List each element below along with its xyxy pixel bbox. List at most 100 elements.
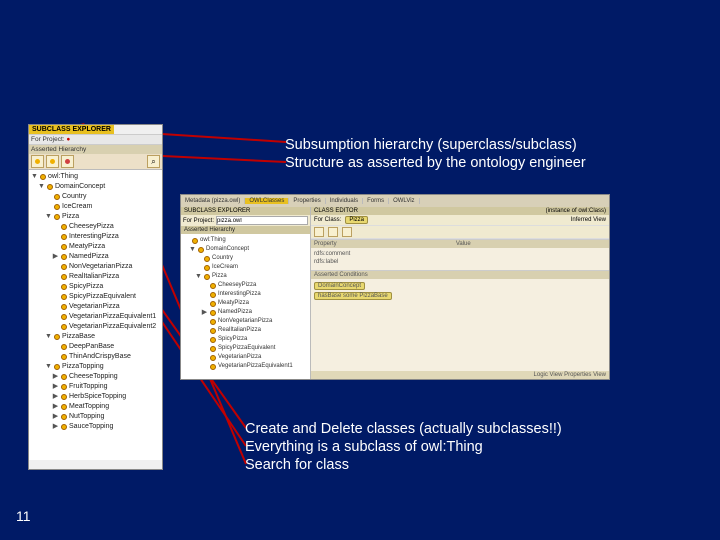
- tree-item[interactable]: Country: [183, 254, 308, 263]
- tree-item[interactable]: ▼PizzaBase: [31, 332, 160, 342]
- tree-item[interactable]: SpicyPizzaEquivalent: [31, 292, 160, 302]
- expand-icon[interactable]: ▼: [38, 182, 45, 192]
- editor-tool-1[interactable]: [314, 227, 324, 237]
- protege-main-panel: Metadata (pizza.owl)OWLClassesProperties…: [180, 194, 610, 380]
- expand-icon[interactable]: ▶: [52, 412, 59, 422]
- tree-item[interactable]: SpicyPizza: [183, 335, 308, 344]
- tree-item[interactable]: VegetarianPizzaEquivalent2: [31, 322, 160, 332]
- expand-icon[interactable]: ▼: [195, 272, 202, 281]
- class-icon: [61, 294, 67, 300]
- tree-item[interactable]: owl:Thing: [183, 236, 308, 245]
- callout-line: Subsumption hierarchy (superclass/subcla…: [285, 136, 695, 154]
- main-tab[interactable]: OWLClasses: [245, 198, 289, 204]
- tree-item[interactable]: InterestingPizza: [31, 232, 160, 242]
- editor-view-tabs[interactable]: Logic View Properties View: [311, 371, 609, 379]
- tree-item-label: DeepPanBase: [69, 342, 114, 352]
- for-class-value[interactable]: Pizza: [345, 216, 368, 224]
- class-tree[interactable]: ▼owl:Thing▼DomainConceptCountryIceCream▼…: [29, 170, 162, 460]
- tree-item[interactable]: RealItalianPizza: [31, 272, 160, 282]
- tree-item-label: PizzaTopping: [62, 362, 104, 372]
- tree-item[interactable]: RealItalianPizza: [183, 326, 308, 335]
- tree-item[interactable]: SpicyPizzaEquivalent: [183, 344, 308, 353]
- tree-item[interactable]: SpicyPizza: [31, 282, 160, 292]
- tree-item[interactable]: ▼owl:Thing: [31, 172, 160, 182]
- expand-icon[interactable]: ▶: [52, 422, 59, 432]
- center-project-input[interactable]: [216, 216, 308, 225]
- tree-item[interactable]: IceCream: [31, 202, 160, 212]
- tree-item[interactable]: ThinAndCrispyBase: [31, 352, 160, 362]
- tree-item[interactable]: DeepPanBase: [31, 342, 160, 352]
- expand-icon[interactable]: ▶: [52, 372, 59, 382]
- asserted-hierarchy-label: Asserted Hierarchy: [29, 144, 162, 154]
- main-tab[interactable]: Properties: [289, 198, 325, 204]
- tree-item[interactable]: ▶CheeseTopping: [31, 372, 160, 382]
- tree-item[interactable]: VegetarianPizzaEquivalent1: [183, 362, 308, 371]
- tree-item[interactable]: VegetarianPizza: [31, 302, 160, 312]
- tree-item[interactable]: NonVegetarianPizza: [183, 317, 308, 326]
- tree-item-label: VegetarianPizzaEquivalent1: [218, 362, 293, 371]
- tree-item[interactable]: VegetarianPizza: [183, 353, 308, 362]
- tree-item[interactable]: ▶MeatTopping: [31, 402, 160, 412]
- class-icon: [61, 244, 67, 250]
- center-class-tree[interactable]: owl:Thing▼DomainConceptCountryIceCream▼P…: [181, 234, 310, 379]
- expand-icon[interactable]: ▼: [189, 245, 196, 254]
- tree-item[interactable]: ▶NutTopping: [31, 412, 160, 422]
- tree-item[interactable]: MeatyPizza: [31, 242, 160, 252]
- class-icon: [61, 224, 67, 230]
- panel-tab[interactable]: SUBCLASS EXPLORER: [29, 125, 114, 134]
- callout-line: Everything is a subclass of owl:Thing: [245, 438, 715, 456]
- tree-item-label: DomainConcept: [206, 245, 249, 254]
- tree-item[interactable]: ▶HerbSpiceTopping: [31, 392, 160, 402]
- editor-tool-2[interactable]: [328, 227, 338, 237]
- class-icon: [61, 254, 67, 260]
- expand-icon[interactable]: ▶: [52, 402, 59, 412]
- expand-icon[interactable]: ▼: [45, 332, 52, 342]
- callout-line: Create and Delete classes (actually subc…: [245, 420, 715, 438]
- create-sibling-button[interactable]: [46, 155, 59, 168]
- project-row: For Project: ●: [29, 134, 162, 144]
- tree-item[interactable]: CheeseyPizza: [183, 281, 308, 290]
- tree-item[interactable]: ▶NamedPizza: [183, 308, 308, 317]
- main-tab[interactable]: Individuals: [326, 198, 363, 204]
- tree-item[interactable]: MeatyPizza: [183, 299, 308, 308]
- delete-class-button[interactable]: [61, 155, 74, 168]
- tree-item[interactable]: ▶NamedPizza: [31, 252, 160, 262]
- expand-icon[interactable]: ▼: [45, 362, 52, 372]
- callout-bottom: Create and Delete classes (actually subc…: [245, 420, 715, 474]
- tree-item[interactable]: IceCream: [183, 263, 308, 272]
- main-tab[interactable]: Metadata (pizza.owl): [181, 198, 245, 204]
- tree-item[interactable]: VegetarianPizzaEquivalent1: [31, 312, 160, 322]
- tree-item-label: NonVegetarianPizza: [69, 262, 132, 272]
- class-icon: [54, 364, 60, 370]
- main-tab[interactable]: OWLViz: [389, 198, 419, 204]
- expand-icon[interactable]: ▼: [45, 212, 52, 222]
- instance-of-label: (instance of owl:Class): [546, 208, 606, 214]
- center-panel-tab[interactable]: SUBCLASS EXPLORER: [181, 207, 310, 215]
- create-class-button[interactable]: [31, 155, 44, 168]
- expand-icon[interactable]: ▶: [52, 252, 59, 262]
- tree-item[interactable]: NonVegetarianPizza: [31, 262, 160, 272]
- tree-item[interactable]: ▼Pizza: [183, 272, 308, 281]
- search-class-button[interactable]: ⌕: [147, 155, 160, 168]
- inferred-view-toggle[interactable]: Inferred View: [571, 217, 606, 223]
- tree-item[interactable]: CheeseyPizza: [31, 222, 160, 232]
- class-icon: [54, 214, 60, 220]
- tree-item-label: NonVegetarianPizza: [218, 317, 272, 326]
- tree-item[interactable]: ▶SauceTopping: [31, 422, 160, 432]
- property-row: rdfs:label: [314, 258, 606, 266]
- expand-icon[interactable]: ▼: [31, 172, 38, 182]
- class-toolbar: ⌕: [29, 154, 162, 170]
- tree-item[interactable]: Country: [31, 192, 160, 202]
- main-tab[interactable]: Forms: [363, 198, 389, 204]
- expand-icon[interactable]: ▶: [52, 392, 59, 402]
- editor-tool-3[interactable]: [342, 227, 352, 237]
- tree-item[interactable]: ▼ PizzaTopping: [31, 362, 160, 372]
- tree-item[interactable]: ▼Pizza: [31, 212, 160, 222]
- expand-icon[interactable]: ▶: [52, 382, 59, 392]
- tree-item[interactable]: ▼ DomainConcept: [183, 245, 308, 254]
- expand-icon[interactable]: ▶: [201, 308, 208, 317]
- callout-line: Search for class: [245, 456, 715, 474]
- tree-item[interactable]: ▼DomainConcept: [31, 182, 160, 192]
- tree-item[interactable]: ▶FruitTopping: [31, 382, 160, 392]
- tree-item[interactable]: InterestingPizza: [183, 290, 308, 299]
